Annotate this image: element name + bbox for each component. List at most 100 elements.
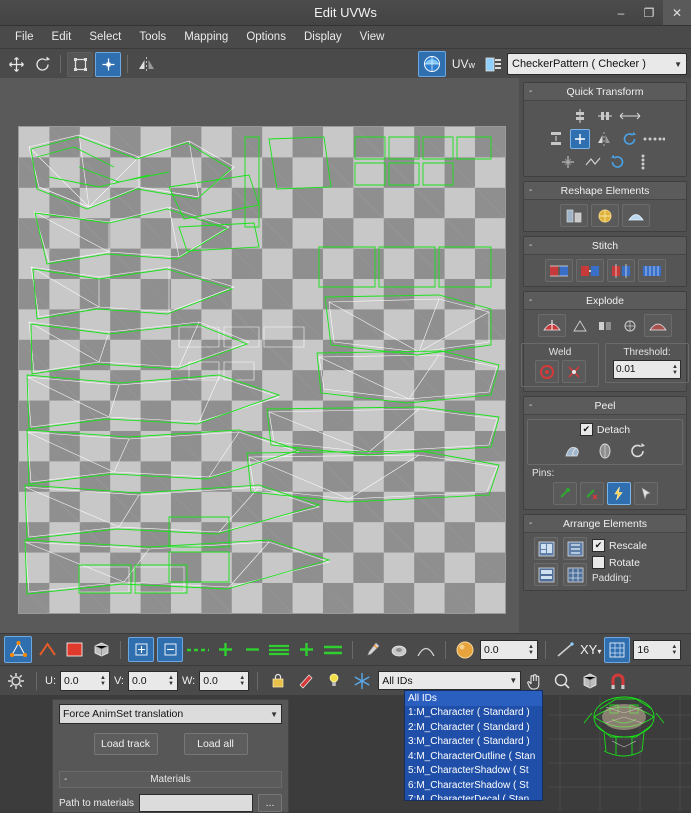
align-v-icon[interactable] (569, 105, 591, 126)
flip-h-icon[interactable] (593, 128, 615, 149)
vertex-subobject-icon[interactable] (4, 636, 32, 663)
align-h-icon[interactable] (594, 105, 616, 126)
light-icon[interactable] (322, 669, 346, 692)
pan-icon[interactable] (522, 669, 546, 692)
detach-checkbox[interactable]: ✔ Detach (579, 423, 630, 436)
unpin-icon[interactable] (579, 482, 604, 505)
stitch-selected-icon[interactable] (544, 259, 573, 282)
close-icon[interactable]: ✕ (663, 0, 691, 25)
rollout-header-reshape-elements[interactable]: - Reshape Elements (524, 182, 686, 200)
rotate-checkbox[interactable]: Rotate (592, 556, 647, 569)
menu-options[interactable]: Options (237, 28, 295, 46)
pack-linear-icon[interactable] (563, 537, 587, 560)
pack-grid-icon[interactable] (563, 563, 587, 586)
menu-edit[interactable]: Edit (43, 28, 81, 46)
quick-transform-active-icon[interactable] (570, 128, 590, 149)
snap-value-field[interactable]: 0.0 ▲ ▼ (480, 639, 538, 660)
pin-pointer-icon[interactable] (633, 482, 658, 505)
menu-mapping[interactable]: Mapping (175, 28, 237, 46)
spinner-arrows-icon[interactable]: ▲ ▼ (672, 364, 678, 376)
spinner-arrows-icon[interactable]: ▲ ▼ (168, 675, 174, 687)
grow-selection-icon[interactable] (128, 637, 154, 662)
shrink-loop-icon[interactable] (240, 638, 264, 661)
paint-select-brush-icon[interactable] (360, 638, 384, 661)
menu-tools[interactable]: Tools (130, 28, 175, 46)
minimize-icon[interactable]: – (607, 0, 635, 25)
ring-icon[interactable] (267, 638, 291, 661)
list-item[interactable]: 6:M_CharacterShadow ( St (405, 778, 542, 793)
element-subobject-icon[interactable] (89, 638, 113, 661)
spread-h-icon[interactable] (643, 128, 665, 149)
pin-icon[interactable] (552, 482, 577, 505)
straighten-icon[interactable] (582, 151, 604, 172)
spread-v-icon[interactable] (632, 151, 654, 172)
checkbox-box[interactable]: ✔ (592, 539, 605, 552)
edge-subobject-icon[interactable] (35, 638, 59, 661)
move-icon[interactable] (4, 53, 28, 76)
checkbox-box[interactable] (592, 556, 605, 569)
shrink-selection-icon[interactable] (157, 637, 183, 662)
grid-size-field[interactable]: 16 ▲ ▼ (633, 639, 682, 660)
paint-select-icon[interactable] (294, 669, 318, 692)
spinner-arrows-icon[interactable]: ▲ ▼ (239, 675, 245, 687)
menu-file[interactable]: File (6, 28, 43, 46)
filter-pins-icon[interactable] (606, 482, 631, 505)
freeform-mode-icon[interactable] (67, 51, 93, 77)
list-item[interactable]: 5:M_CharacterShadow ( St (405, 764, 542, 779)
weld-selected-icon[interactable] (534, 360, 559, 383)
show-map-icon[interactable] (417, 51, 446, 77)
expand-loop-icon[interactable] (213, 638, 237, 661)
flatten-icon[interactable] (560, 204, 588, 227)
spinner-arrows-icon[interactable]: ▲ ▼ (671, 644, 677, 656)
peel-mode-icon[interactable] (594, 440, 616, 461)
list-item[interactable]: All IDs (405, 691, 542, 706)
falloff-icon[interactable] (414, 638, 438, 661)
uv-quadrant[interactable] (18, 126, 506, 614)
spinner-arrows-icon[interactable]: ▲ ▼ (100, 675, 106, 687)
stitch-all-icon[interactable] (606, 259, 635, 282)
rescale-checkbox[interactable]: ✔ Rescale (592, 539, 647, 552)
texture-list-icon[interactable] (481, 53, 505, 76)
break-icon[interactable] (538, 314, 566, 337)
u-field[interactable]: 0.0 ▲ ▼ (60, 670, 110, 691)
relax-sphere-icon[interactable] (591, 204, 619, 227)
rollout-header-explode[interactable]: - Explode (524, 292, 686, 310)
menu-select[interactable]: Select (80, 28, 130, 46)
explode-faces-icon[interactable] (644, 314, 672, 337)
checkbox-box[interactable]: ✔ (579, 423, 593, 436)
material-sphere-icon[interactable] (453, 638, 477, 661)
list-item[interactable]: 3:M_Character ( Standard ) (405, 735, 542, 750)
rollout-header-stitch[interactable]: - Stitch (524, 237, 686, 255)
threshold-spinner[interactable]: 0.01 ▲ ▼ (613, 360, 681, 379)
explode-all-icon[interactable] (619, 315, 641, 336)
grid-snap-icon[interactable] (604, 636, 631, 663)
rotate-icon[interactable] (30, 53, 54, 76)
quick-peel-icon[interactable] (562, 440, 584, 461)
menu-display[interactable]: Display (295, 28, 351, 46)
reset-peel-icon[interactable] (626, 440, 648, 461)
distribute-v-icon[interactable] (545, 128, 567, 149)
list-item[interactable]: 2:M_Character ( Standard ) (405, 720, 542, 735)
stitch-custom-icon[interactable] (575, 259, 604, 282)
pack-normalize-icon[interactable] (534, 537, 558, 560)
loop-dashed-icon[interactable] (186, 638, 210, 661)
space-h-icon[interactable] (619, 105, 641, 126)
snowflake-icon[interactable] (350, 669, 374, 692)
target-weld-icon[interactable] (561, 360, 586, 383)
line-tool-icon[interactable] (553, 638, 577, 661)
uv-canvas[interactable] (0, 78, 519, 633)
spinner-arrows-icon[interactable]: ▲ ▼ (528, 644, 534, 656)
explode-angle-icon[interactable] (569, 315, 591, 336)
settings-gear-icon[interactable] (4, 669, 28, 692)
lock-icon[interactable] (266, 669, 290, 692)
id-combo[interactable]: All IDs ▼ (378, 671, 522, 690)
v-field[interactable]: 0.0 ▲ ▼ (128, 670, 178, 691)
pack-custom-icon[interactable] (534, 563, 558, 586)
soft-selection-icon[interactable] (387, 638, 411, 661)
rotate-cw-icon[interactable] (607, 151, 629, 172)
face-subobject-icon[interactable] (62, 638, 86, 661)
relax-icon[interactable] (557, 151, 579, 172)
rollout-header-quick-transform[interactable]: - Quick Transform (524, 83, 686, 101)
rollout-header-arrange-elements[interactable]: - Arrange Elements (524, 515, 686, 533)
render-uv-icon[interactable] (622, 204, 650, 227)
